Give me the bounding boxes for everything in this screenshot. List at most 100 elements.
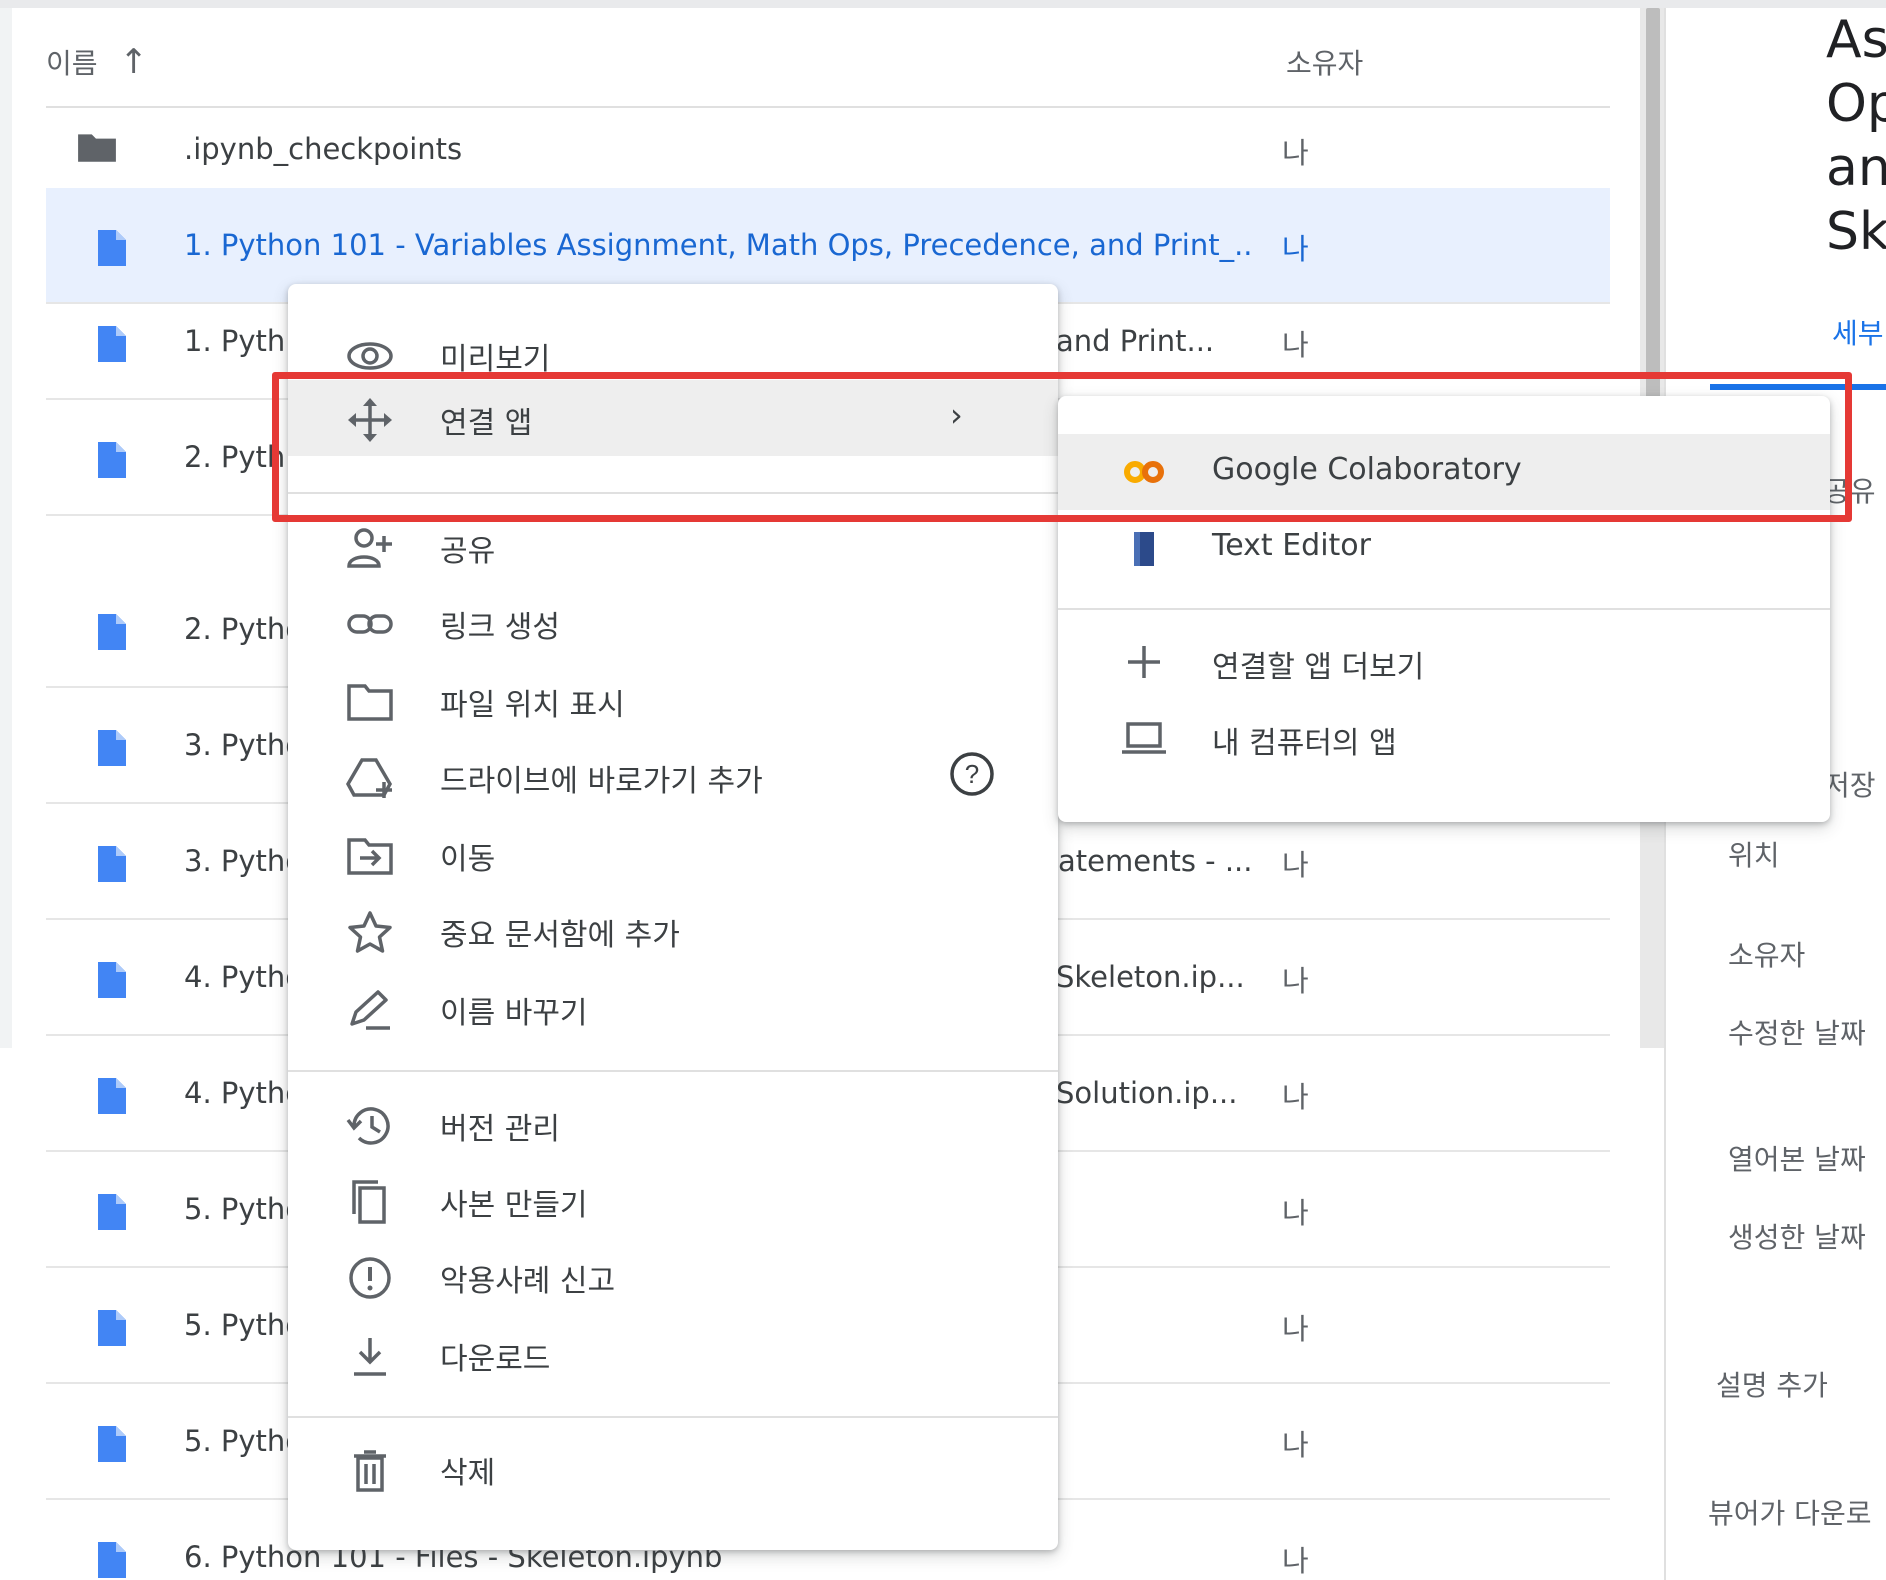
menu-item-get-link[interactable]: 링크 생성 [288, 584, 1058, 660]
file-icon [98, 846, 126, 882]
tab-details[interactable]: 세부 [1832, 312, 1884, 352]
menu-item-report-abuse[interactable]: 악용사례 신고 [288, 1238, 1058, 1314]
menu-item-label: 삭제 [440, 1456, 496, 1491]
trash-icon [354, 1450, 386, 1492]
file-name: 5. Pytho [184, 1308, 304, 1342]
menu-item-download[interactable]: 다운로드 [288, 1316, 1058, 1392]
menu-divider [288, 1070, 1058, 1072]
sort-by-name[interactable]: 이름 ↑ [46, 42, 148, 82]
menu-item-label: 사본 만들기 [440, 1188, 588, 1223]
menu-item-label: 악용사례 신고 [440, 1264, 616, 1299]
file-name: 4. Pytho [184, 1076, 304, 1110]
file-icon [98, 962, 126, 998]
submenu-item-label: 내 컴퓨터의 앱 [1212, 726, 1397, 761]
file-name-tail: and Print... [1056, 324, 1215, 358]
file-owner: 나 [1282, 136, 1309, 170]
file-name: 1. Python 101 - Variables Assignment, Ma… [184, 228, 1254, 262]
menu-item-label: 드라이브에 바로가기 추가 [440, 764, 763, 799]
menu-divider [288, 492, 1058, 494]
menu-item-add-to-starred[interactable]: 중요 문서함에 추가 [288, 892, 1058, 968]
menu-item-move[interactable]: 이동 [288, 816, 1058, 892]
add-description-link[interactable]: 설명 추가 [1716, 1364, 1828, 1404]
menu-item-label: 이동 [440, 842, 496, 877]
submenu-item-google-colaboratory[interactable]: Google Colaboratory [1058, 434, 1830, 510]
file-owner: 나 [1282, 848, 1309, 882]
storage-label: 저장 [1824, 769, 1876, 802]
menu-item-label: 미리보기 [440, 342, 551, 377]
file-icon [98, 1542, 126, 1578]
file-name: 2. Pytho [184, 612, 304, 646]
created-label: 생성한 날짜 [1728, 1221, 1866, 1254]
file-icon [98, 326, 126, 362]
file-name: 1. Pyth [184, 324, 286, 358]
drive-add-icon [346, 758, 393, 798]
plus-icon [1128, 646, 1160, 678]
location-label: 위치 [1728, 839, 1780, 872]
file-name: 3. Pytho [184, 728, 304, 762]
file-icon [98, 1310, 126, 1346]
laptop-icon [1122, 722, 1166, 754]
list-scrollbar-thumb[interactable] [1646, 8, 1660, 398]
folder-icon [78, 134, 116, 162]
submenu-item-label: Text Editor [1212, 528, 1371, 563]
colab-icon [1124, 461, 1164, 483]
menu-item-add-shortcut[interactable]: 드라이브에 바로가기 추가 ? [288, 738, 1058, 814]
modified-label: 수정한 날짜 [1728, 1017, 1866, 1050]
context-menu: 미리보기 연결 앱 › 공유 링크 생성 파일 위치 표시 드라이브에 바로가기… [288, 284, 1058, 1550]
move-to-folder-icon [347, 838, 393, 875]
submenu-divider [1058, 608, 1830, 610]
file-owner: 나 [1282, 1196, 1309, 1230]
menu-item-open-with[interactable]: 연결 앱 › [288, 380, 1058, 456]
menu-item-make-copy[interactable]: 사본 만들기 [288, 1162, 1058, 1238]
file-name-tail: Solution.ip... [1056, 1076, 1238, 1110]
menu-item-label: 파일 위치 표시 [440, 688, 625, 723]
file-name-tail: Skeleton.ip... [1056, 960, 1245, 994]
menu-item-rename[interactable]: 이름 바꾸기 [288, 970, 1058, 1046]
file-owner: 나 [1282, 1312, 1309, 1346]
open-with-submenu: Google Colaboratory Text Editor 연결할 앱 더보… [1058, 396, 1830, 822]
menu-item-label: 링크 생성 [440, 610, 560, 645]
file-owner: 나 [1282, 1080, 1309, 1114]
menu-item-label: 이름 바꾸기 [440, 996, 588, 1031]
download-icon [354, 1338, 386, 1376]
menu-item-show-file-location[interactable]: 파일 위치 표시 [288, 662, 1058, 738]
pencil-icon [350, 990, 390, 1030]
menu-item-manage-versions[interactable]: 버전 관리 [288, 1086, 1058, 1162]
file-icon [98, 730, 126, 766]
details-title: As Op an Sk [1826, 10, 1886, 262]
owner-column-header[interactable]: 소유자 [1286, 42, 1363, 82]
opened-label: 열어본 날짜 [1728, 1143, 1866, 1176]
owner-label: 소유자 [1728, 939, 1806, 972]
menu-item-label: 연결 앱 [440, 406, 533, 441]
report-icon [349, 1257, 391, 1299]
file-icon [98, 1426, 126, 1462]
menu-item-remove[interactable]: 삭제 [288, 1430, 1058, 1506]
submenu-item-label: 연결할 앱 더보기 [1212, 650, 1425, 685]
file-icon [98, 442, 126, 478]
file-owner: 나 [1282, 328, 1309, 362]
menu-item-label: 공유 [440, 534, 496, 569]
menu-item-label: 중요 문서함에 추가 [440, 918, 680, 953]
file-name-tail: atements - ... [1058, 844, 1253, 878]
file-name: 4. Pytho [184, 960, 304, 994]
eye-icon [347, 342, 393, 370]
link-icon [347, 614, 393, 634]
sort-ascending-icon[interactable]: ↑ [120, 42, 149, 82]
name-column-header[interactable]: 이름 [46, 42, 98, 82]
top-bar [0, 0, 1886, 8]
submenu-item-label: Google Colaboratory [1212, 452, 1522, 487]
file-icon [98, 614, 126, 650]
submenu-item-text-editor[interactable]: Text Editor [1058, 510, 1830, 586]
submenu-item-more-apps[interactable]: 연결할 앱 더보기 [1058, 624, 1830, 700]
file-name: 3. Pytho [184, 844, 304, 878]
file-name: 5. Pytho [184, 1424, 304, 1458]
star-icon [348, 911, 392, 953]
file-owner: 나 [1282, 964, 1309, 998]
file-name: 5. Pytho [184, 1192, 304, 1226]
folder-outline-icon [347, 684, 393, 721]
help-icon[interactable]: ? [948, 750, 996, 798]
submenu-item-computer-apps[interactable]: 내 컴퓨터의 앱 [1058, 700, 1830, 776]
menu-item-share[interactable]: 공유 [288, 508, 1058, 584]
menu-divider [288, 1416, 1058, 1418]
person-add-icon [347, 528, 392, 568]
